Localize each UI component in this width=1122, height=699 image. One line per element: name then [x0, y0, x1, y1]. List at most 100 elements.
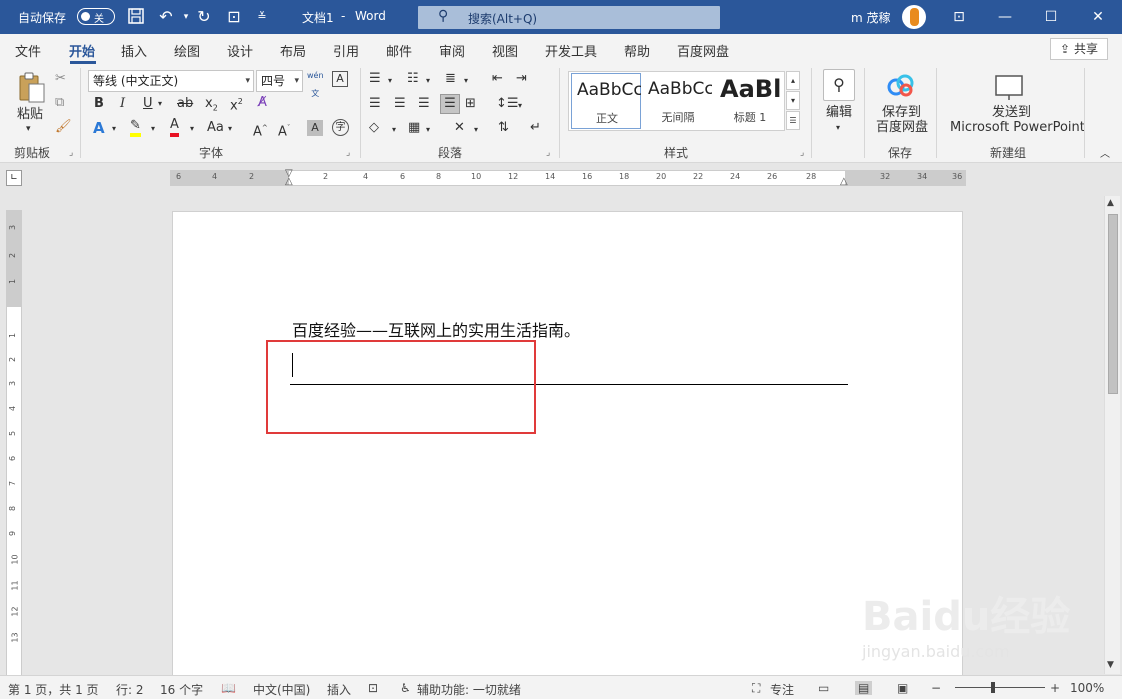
- accessibility-status[interactable]: 辅助功能: 一切就绪: [417, 681, 521, 698]
- align-left-icon[interactable]: ☰: [369, 95, 381, 113]
- share-button[interactable]: ⇪ 共享: [1050, 38, 1108, 60]
- clipboard-launcher-icon[interactable]: ⌟: [69, 148, 73, 158]
- distributed-icon[interactable]: ⊞: [465, 95, 476, 113]
- borders-dropdown-icon[interactable]: ▾: [426, 121, 430, 139]
- change-case-dropdown-icon[interactable]: ▾: [228, 120, 232, 138]
- tab-references[interactable]: 引用: [333, 41, 359, 60]
- decrease-indent-icon[interactable]: ⇤: [492, 70, 503, 88]
- chinese-layout-dropdown-icon[interactable]: ▾: [474, 121, 478, 139]
- insert-mode[interactable]: 插入: [327, 681, 351, 698]
- close-icon[interactable]: ✕: [1075, 0, 1121, 34]
- highlight-dropdown-icon[interactable]: ▾: [151, 120, 155, 138]
- macro-record-icon[interactable]: ⊡: [368, 681, 378, 695]
- font-name-combo[interactable]: 等线 (中文正文) ▾: [88, 70, 254, 92]
- paste-dropdown-icon[interactable]: ▾: [26, 120, 31, 138]
- chinese-layout-icon[interactable]: ✕: [454, 119, 465, 137]
- bullets-icon[interactable]: ☰: [369, 70, 381, 88]
- styles-scroll-down-icon[interactable]: ▾: [786, 91, 800, 110]
- borders-icon[interactable]: ▦: [408, 119, 420, 137]
- redo-icon[interactable]: ↻: [194, 7, 214, 27]
- zoom-slider-track[interactable]: [955, 687, 1045, 688]
- read-mode-icon[interactable]: ▭: [818, 681, 829, 695]
- superscript-icon[interactable]: x2: [230, 93, 243, 115]
- font-color-dropdown-icon[interactable]: ▾: [190, 120, 194, 138]
- tab-layout[interactable]: 布局: [280, 41, 306, 60]
- increase-indent-icon[interactable]: ⇥: [516, 70, 527, 88]
- avatar[interactable]: [902, 5, 926, 29]
- document-paragraph[interactable]: 百度经验——互联网上的实用生活指南。: [292, 317, 580, 341]
- tab-developer[interactable]: 开发工具: [545, 41, 597, 60]
- sort-icon[interactable]: ⇅: [498, 119, 509, 137]
- tab-help[interactable]: 帮助: [624, 41, 650, 60]
- vertical-scrollbar[interactable]: ▲ ▼: [1104, 196, 1120, 674]
- scroll-down-icon[interactable]: ▼: [1107, 660, 1114, 670]
- font-launcher-icon[interactable]: ⌟: [346, 148, 350, 158]
- text-effects-dropdown-icon[interactable]: ▾: [112, 120, 116, 138]
- character-border-icon[interactable]: A: [332, 71, 348, 87]
- clear-formatting-icon[interactable]: A̸: [258, 94, 267, 112]
- bold-icon[interactable]: B: [94, 95, 104, 113]
- editing-dropdown-icon[interactable]: ▾: [836, 119, 840, 137]
- horizontal-ruler[interactable]: 6 4 2 2 4 6 8 10 12 14 16 18 20 22 24 26…: [170, 168, 966, 187]
- hanging-indent-icon[interactable]: △: [285, 176, 293, 187]
- web-layout-icon[interactable]: ▣: [897, 681, 908, 695]
- font-size-combo[interactable]: 四号 ▾: [256, 70, 303, 92]
- shading-icon[interactable]: ◇: [369, 119, 379, 137]
- baidu-netdisk-icon[interactable]: [886, 73, 916, 103]
- strikethrough-icon[interactable]: ab: [177, 95, 193, 113]
- minimize-icon[interactable]: —: [982, 0, 1028, 34]
- search-box[interactable]: ⚲ 搜索(Alt+Q): [418, 6, 720, 29]
- print-layout-icon[interactable]: ▤: [855, 681, 873, 695]
- zoom-slider-thumb[interactable]: [991, 682, 995, 693]
- zoom-level[interactable]: 100%: [1070, 681, 1104, 695]
- tab-design[interactable]: 设计: [227, 41, 253, 60]
- cut-icon[interactable]: ✂: [55, 70, 66, 88]
- style-normal[interactable]: AaBbCcD 正文: [571, 73, 641, 129]
- change-case-icon[interactable]: Aa: [207, 119, 224, 137]
- touch-mode-icon[interactable]: ⊡: [224, 7, 244, 27]
- customize-qat-icon[interactable]: ≚: [252, 7, 272, 27]
- undo-dropdown-icon[interactable]: ▾: [176, 7, 196, 27]
- line-spacing-dropdown-icon[interactable]: ▾: [518, 97, 522, 115]
- zoom-out-icon[interactable]: −: [931, 681, 941, 695]
- multilevel-list-icon[interactable]: ≣: [445, 70, 456, 88]
- styles-launcher-icon[interactable]: ⌟: [800, 148, 804, 158]
- numbering-dropdown-icon[interactable]: ▾: [426, 72, 430, 90]
- font-color-icon[interactable]: A: [170, 117, 179, 137]
- styles-scroll-up-icon[interactable]: ▴: [786, 71, 800, 90]
- focus-label[interactable]: 专注: [770, 681, 794, 698]
- tab-file[interactable]: 文件: [15, 41, 41, 60]
- language[interactable]: 中文(中国): [253, 681, 310, 698]
- collapse-ribbon-icon[interactable]: ︿: [1100, 146, 1110, 164]
- save-to-label-2[interactable]: 百度网盘: [876, 119, 928, 137]
- phonetic-guide-icon[interactable]: wén 文: [307, 67, 324, 103]
- document-page[interactable]: 百度经验——互联网上的实用生活指南。: [172, 211, 963, 681]
- shrink-font-icon[interactable]: Aˇ: [278, 119, 290, 141]
- send-to-powerpoint-icon[interactable]: [994, 73, 1024, 103]
- underline-icon[interactable]: U: [143, 95, 153, 113]
- tab-home[interactable]: 开始: [69, 41, 95, 60]
- align-right-icon[interactable]: ☰: [418, 95, 430, 113]
- focus-icon[interactable]: ⛶: [752, 681, 760, 696]
- shading-dropdown-icon[interactable]: ▾: [392, 121, 396, 139]
- zoom-in-icon[interactable]: +: [1050, 681, 1060, 695]
- grow-font-icon[interactable]: A^: [253, 119, 268, 141]
- tab-mailings[interactable]: 邮件: [386, 41, 412, 60]
- justify-icon[interactable]: ☰: [440, 94, 460, 114]
- style-heading-1[interactable]: AaBl 标题 1: [715, 73, 785, 129]
- show-marks-icon[interactable]: ↵: [530, 119, 541, 137]
- paragraph-launcher-icon[interactable]: ⌟: [546, 148, 550, 158]
- tab-insert[interactable]: 插入: [121, 41, 147, 60]
- right-indent-icon[interactable]: △: [840, 176, 848, 187]
- italic-icon[interactable]: I: [120, 95, 125, 113]
- save-icon[interactable]: [126, 7, 146, 27]
- scroll-up-icon[interactable]: ▲: [1107, 198, 1114, 208]
- undo-icon[interactable]: ↶: [156, 7, 176, 27]
- bullets-dropdown-icon[interactable]: ▾: [388, 72, 392, 90]
- scrollbar-thumb[interactable]: [1108, 214, 1118, 394]
- subscript-icon[interactable]: x2: [205, 95, 218, 118]
- tab-review[interactable]: 审阅: [439, 41, 465, 60]
- page-count[interactable]: 第 1 页，共 1 页: [8, 681, 99, 698]
- highlight-icon[interactable]: ✎: [130, 119, 141, 137]
- tab-draw[interactable]: 绘图: [174, 41, 200, 60]
